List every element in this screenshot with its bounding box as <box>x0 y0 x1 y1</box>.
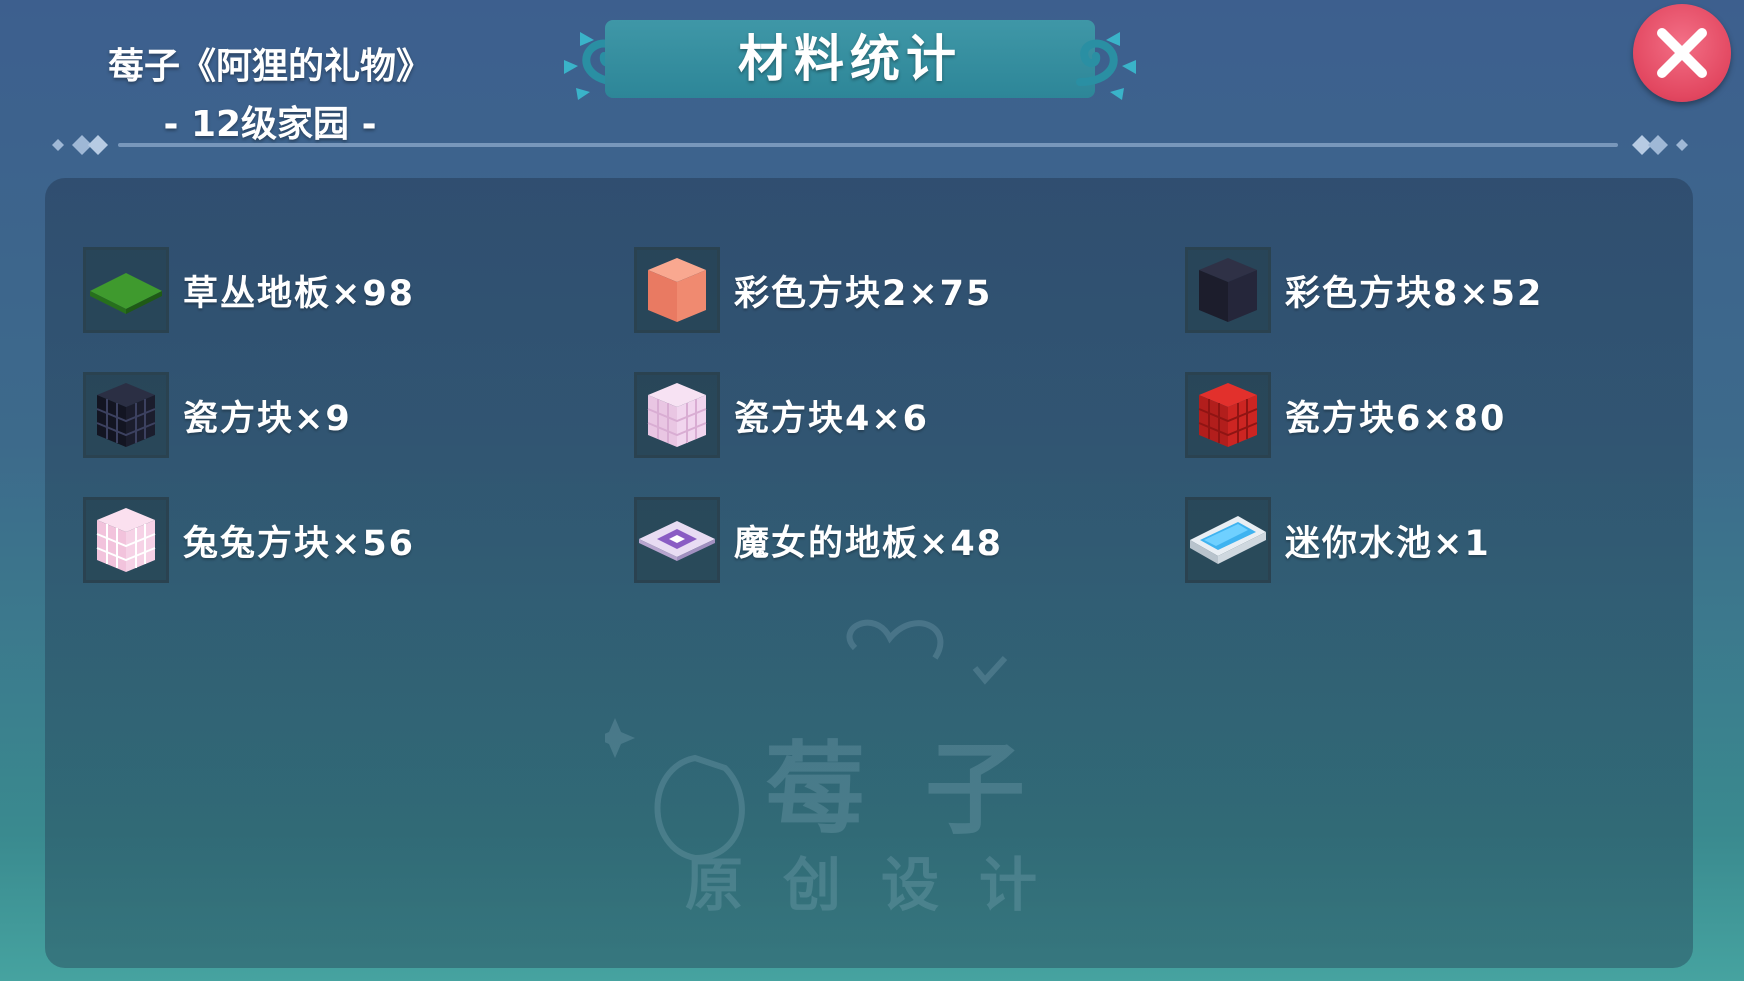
item-slot <box>1185 247 1271 333</box>
item-slot <box>83 372 169 458</box>
item-slot <box>634 372 720 458</box>
tile-block-black-icon <box>96 383 156 447</box>
close-icon <box>1657 28 1707 78</box>
item-label: 彩色方块2×75 <box>734 273 993 314</box>
material-item[interactable]: 彩色方块8×52 <box>1185 244 1543 336</box>
page-title: 材料统计 <box>738 30 962 88</box>
divider-right-ornament <box>1632 135 1688 155</box>
materials-panel: 莓子 原创设计 草丛地板×98 彩色方块2×75 彩色方块8×52 瓷方块×9 … <box>45 178 1693 968</box>
material-item[interactable]: 彩色方块2×75 <box>634 244 992 336</box>
item-slot <box>1185 497 1271 583</box>
material-item[interactable]: 迷你水池×1 <box>1185 494 1491 586</box>
item-slot <box>634 247 720 333</box>
witch-floor-icon <box>639 521 715 561</box>
item-slot <box>634 497 720 583</box>
header-banner: 材料统计 <box>560 16 1140 100</box>
watermark-main-text: 莓子 <box>765 731 1085 848</box>
material-item[interactable]: 魔女的地板×48 <box>634 494 1003 586</box>
item-slot <box>1185 372 1271 458</box>
mini-pool-icon <box>1190 516 1266 564</box>
item-slot <box>83 497 169 583</box>
watermark: 莓子 原创设计 <box>605 608 1125 919</box>
item-label: 兔兔方块×56 <box>183 523 416 564</box>
header-divider <box>118 143 1618 147</box>
garden-title: 莓子《阿狸的礼物》 - 12级家园 - <box>60 38 480 154</box>
color-block-orange-icon <box>648 258 706 322</box>
item-label: 瓷方块×9 <box>183 398 352 439</box>
item-label: 迷你水池×1 <box>1285 523 1491 564</box>
grass-floor-icon <box>90 273 162 314</box>
close-button[interactable] <box>1633 4 1731 102</box>
watermark-sub-text: 原创设计 <box>685 851 1078 919</box>
material-item[interactable]: 瓷方块6×80 <box>1185 369 1506 461</box>
item-label: 草丛地板×98 <box>183 273 416 314</box>
material-item[interactable]: 瓷方块4×6 <box>634 369 929 461</box>
material-item[interactable]: 草丛地板×98 <box>83 244 415 336</box>
item-slot <box>83 247 169 333</box>
owner-line: 莓子《阿狸的礼物》 <box>107 46 432 87</box>
bunny-block-icon <box>96 508 156 572</box>
divider-left-ornament <box>52 135 108 155</box>
item-label: 魔女的地板×48 <box>734 523 1004 564</box>
material-item[interactable]: 兔兔方块×56 <box>83 494 415 586</box>
item-label: 彩色方块8×52 <box>1285 273 1544 314</box>
tile-block-pink-icon <box>647 383 707 447</box>
item-label: 瓷方块6×80 <box>1285 398 1507 439</box>
material-item[interactable]: 瓷方块×9 <box>83 369 352 461</box>
tile-block-red-icon <box>1198 383 1258 447</box>
color-block-dark-icon <box>1199 258 1257 322</box>
item-label: 瓷方块4×6 <box>734 398 930 439</box>
